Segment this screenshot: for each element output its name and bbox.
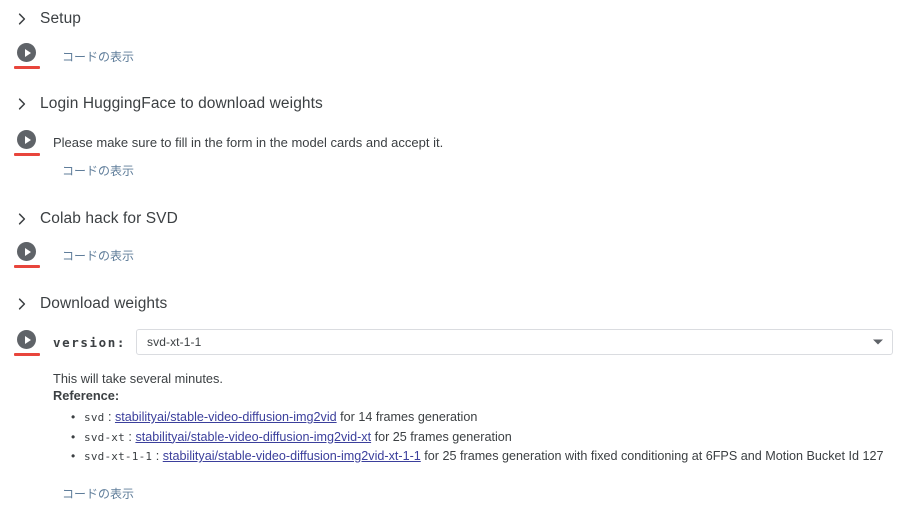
reference-code: svd bbox=[84, 411, 105, 424]
play-icon[interactable] bbox=[17, 242, 39, 264]
run-progress-bar bbox=[14, 265, 40, 268]
reference-suffix: for 25 frames generation with fixed cond… bbox=[420, 449, 884, 463]
run-button-setup[interactable] bbox=[14, 43, 43, 69]
chevron-down-icon[interactable] bbox=[873, 339, 883, 345]
play-icon[interactable] bbox=[17, 43, 39, 65]
section-title: Download weights bbox=[40, 295, 168, 312]
version-select[interactable]: svd-xt-1-1 bbox=[136, 329, 893, 355]
chevron-right-icon[interactable] bbox=[12, 209, 32, 229]
download-weights-output: This will take several minutes. Referenc… bbox=[53, 370, 884, 467]
section-title: Login HuggingFace to download weights bbox=[40, 95, 323, 112]
reference-code: svd-xt-1-1 bbox=[84, 450, 153, 463]
section-header-colab-hack[interactable]: Colab hack for SVD bbox=[12, 207, 178, 231]
run-button-download-weights[interactable] bbox=[14, 330, 43, 356]
reference-suffix: for 25 frames generation bbox=[371, 429, 512, 444]
chevron-right-icon[interactable] bbox=[12, 294, 32, 314]
reference-link[interactable]: stabilityai/stable-video-diffusion-img2v… bbox=[135, 430, 371, 444]
chevron-right-icon[interactable] bbox=[12, 9, 32, 29]
list-item: svd : stabilityai/stable-video-diffusion… bbox=[71, 408, 883, 428]
reference-link[interactable]: stabilityai/stable-video-diffusion-img2v… bbox=[163, 449, 421, 463]
run-button-login-huggingface[interactable] bbox=[14, 130, 43, 156]
section-title: Colab hack for SVD bbox=[40, 210, 178, 227]
download-note: This will take several minutes. bbox=[53, 371, 223, 386]
play-icon[interactable] bbox=[17, 130, 39, 152]
reference-suffix: for 14 frames generation bbox=[336, 410, 478, 424]
reference-link[interactable]: stabilityai/stable-video-diffusion-img2v… bbox=[115, 410, 337, 424]
version-form-row: version: svd-xt-1-1 bbox=[53, 329, 893, 355]
reference-heading: Reference: bbox=[53, 388, 120, 403]
play-icon[interactable] bbox=[17, 330, 39, 352]
reference-code: svd-xt bbox=[84, 430, 125, 444]
show-code-link-download-weights[interactable]: コードの表示 bbox=[62, 485, 134, 502]
cell-output-text-login: Please make sure to fill in the form in … bbox=[53, 135, 444, 150]
section-header-download-weights[interactable]: Download weights bbox=[12, 292, 167, 316]
reference-separator: : bbox=[104, 410, 115, 424]
version-field-label: version: bbox=[53, 334, 127, 350]
section-header-setup[interactable]: Setup bbox=[12, 7, 81, 31]
colab-notebook: Setup コードの表示 Login HuggingFace to downlo… bbox=[0, 0, 900, 519]
reference-separator: : bbox=[152, 449, 163, 463]
show-code-link-setup[interactable]: コードの表示 bbox=[62, 48, 134, 65]
list-item: svd-xt : stabilityai/stable-video-diffus… bbox=[71, 428, 883, 448]
version-select-value: svd-xt-1-1 bbox=[147, 335, 202, 349]
chevron-right-icon[interactable] bbox=[12, 94, 32, 114]
show-code-link-colab-hack[interactable]: コードの表示 bbox=[62, 247, 134, 264]
reference-list: svd : stabilityai/stable-video-diffusion… bbox=[53, 408, 884, 467]
section-title: Setup bbox=[40, 10, 82, 27]
run-progress-bar bbox=[14, 66, 40, 69]
show-code-link-login[interactable]: コードの表示 bbox=[62, 162, 134, 179]
run-button-colab-hack[interactable] bbox=[14, 242, 43, 268]
run-progress-bar bbox=[14, 153, 40, 156]
run-progress-bar bbox=[14, 353, 40, 356]
list-item: svd-xt-1-1 : stabilityai/stable-video-di… bbox=[71, 447, 884, 467]
reference-separator: : bbox=[124, 429, 136, 444]
section-header-login-huggingface[interactable]: Login HuggingFace to download weights bbox=[12, 92, 323, 116]
